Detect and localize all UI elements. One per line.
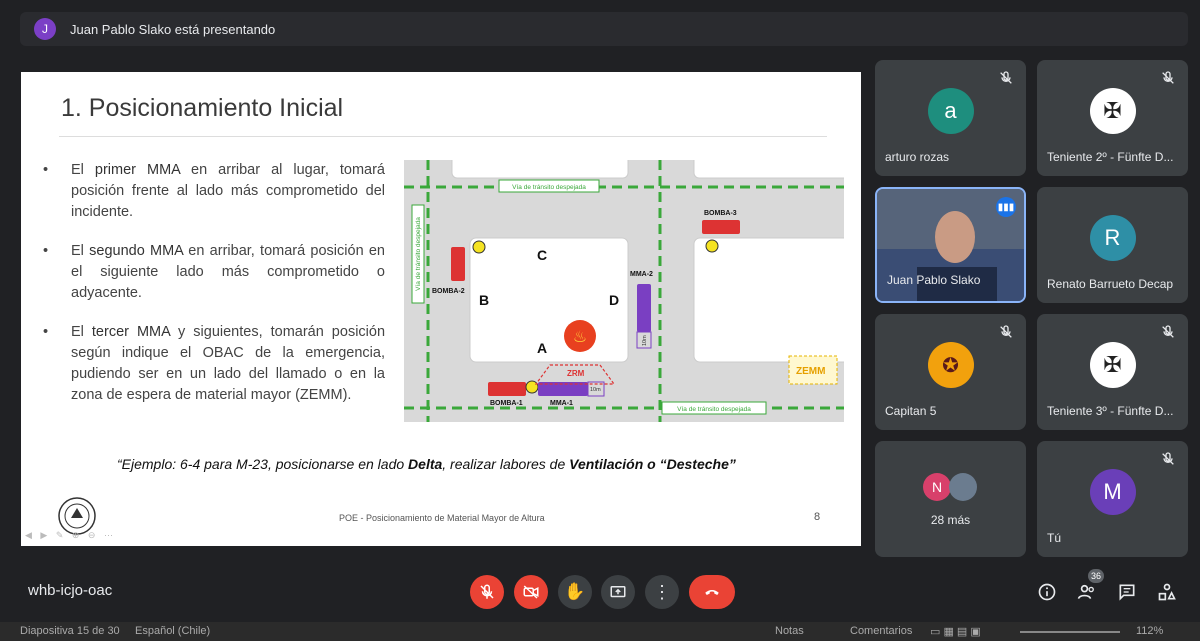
presenter-avatar: J <box>34 18 56 40</box>
participant-name: Tú <box>1047 531 1062 545</box>
participant-name: Juan Pablo Slako <box>887 273 981 287</box>
zemm-label: ZEMM <box>796 366 825 377</box>
avatar: a <box>927 88 974 134</box>
mma-2-label: MMA-2 <box>630 271 653 278</box>
side-c-label: C <box>537 247 547 263</box>
slide-title: 1. Posicionamiento Inicial <box>61 94 344 122</box>
avatar <box>949 473 977 501</box>
side-b-label: B <box>479 292 489 308</box>
camera-off-icon <box>523 585 539 599</box>
bullet-item: El tercer MMA y siguientes, tomarán posi… <box>43 322 385 406</box>
hand-icon: ✋ <box>564 582 586 601</box>
present-screen-button[interactable] <box>601 575 635 609</box>
bomba-1-label: BOMBA-1 <box>490 400 523 407</box>
slide-nav-tools[interactable]: ◀ ▶ ✎ ⊕ ⊖ ⋯ <box>25 530 116 541</box>
mma-1-label: MMA-1 <box>550 400 573 407</box>
participant-tile[interactable]: M Tú <box>1037 441 1188 557</box>
participant-tile[interactable]: ✠ Teniente 3º - Fünfte D... <box>1037 314 1188 430</box>
present-icon <box>610 586 626 598</box>
title-divider <box>59 136 827 137</box>
zrm-label: ZRM <box>567 369 585 378</box>
bomba-2-label: BOMBA-2 <box>432 288 465 295</box>
more-vert-icon: ⋮ <box>653 581 671 602</box>
participant-tile[interactable]: a arturo rozas <box>875 60 1026 176</box>
participant-video-tile[interactable]: ▮▮▮ Juan Pablo Slako <box>875 187 1026 303</box>
road-label-left: Vía de tránsito despejada <box>415 217 422 291</box>
info-icon <box>1038 583 1056 601</box>
avatar: R <box>1089 215 1136 261</box>
participant-name: arturo rozas <box>885 150 950 164</box>
speaking-indicator-icon: ▮▮▮ <box>996 197 1016 217</box>
language-indicator[interactable]: Español (Chile) <box>135 625 210 637</box>
participant-name: Capitan 5 <box>885 404 937 418</box>
activities-icon <box>1158 583 1176 601</box>
bullet-item: El primer MMA en arribar al lugar, tomar… <box>43 160 385 223</box>
people-icon <box>1077 584 1094 599</box>
end-call-button[interactable] <box>689 575 735 609</box>
more-options-button[interactable]: ⋮ <box>645 575 679 609</box>
road-label-bottom: Vía de tránsito despejada <box>677 406 751 413</box>
meeting-info-button[interactable] <box>1035 580 1059 604</box>
eagle-crest-icon: ✠ <box>1089 342 1136 388</box>
mic-off-icon <box>1162 325 1174 338</box>
mic-off-icon <box>1162 452 1174 465</box>
chat-button[interactable] <box>1115 580 1139 604</box>
people-button[interactable] <box>1075 580 1099 604</box>
participant-tile[interactable]: R Renato Barrueto Decap <box>1037 187 1188 303</box>
zoom-level: 112% <box>1136 625 1164 637</box>
side-a-label: A <box>537 340 547 356</box>
presentation-slide: 1. Posicionamiento Inicial El primer MMA… <box>21 72 861 546</box>
mic-off-icon <box>1162 71 1174 84</box>
participant-tile[interactable]: ✠ Teniente 2º - Fünfte D... <box>1037 60 1188 176</box>
status-bar: Diapositiva 15 de 30 Español (Chile) Not… <box>0 622 1200 641</box>
view-toggle-icon[interactable]: ▭ ▦ ▤ ▣ <box>930 625 981 638</box>
avatar: N <box>923 473 951 501</box>
presenting-banner: J Juan Pablo Slako está presentando <box>20 12 1188 46</box>
example-text: “Ejemplo: 6-4 para M-23, posicionarse en… <box>117 456 736 472</box>
slide-info: Diapositiva 15 de 30 <box>20 625 120 637</box>
phone-hangup-icon <box>705 589 719 595</box>
presenting-text: Juan Pablo Slako está presentando <box>70 21 276 37</box>
chat-icon <box>1119 584 1135 601</box>
mic-off-icon <box>1000 71 1012 84</box>
bullet-item: El segundo MMA en arribar, tomará posici… <box>43 241 385 304</box>
meeting-code: whb-icjo-oac <box>28 582 113 599</box>
mma-1-distance: 10m <box>590 387 601 393</box>
bullet-list: El primer MMA en arribar al lugar, tomar… <box>43 160 385 424</box>
more-participants-tile[interactable]: N 28 más <box>875 441 1026 557</box>
mic-off-icon <box>480 584 494 599</box>
comments-button[interactable]: Comentarios <box>850 625 912 637</box>
mma-2-distance: 10m <box>642 335 648 346</box>
participant-name: Renato Barrueto Decap <box>1047 277 1174 291</box>
mic-toggle-button[interactable] <box>470 575 504 609</box>
participant-name: Teniente 2º - Fünfte D... <box>1047 150 1174 164</box>
eagle-crest-icon: ✠ <box>1089 88 1136 134</box>
mic-off-icon <box>1000 325 1012 338</box>
bomba-3-label: BOMBA-3 <box>704 210 737 217</box>
positioning-diagram: Vía de tránsito despejada Vía de tránsit… <box>404 160 844 422</box>
road-label-top: Vía de tránsito despejada <box>512 184 586 191</box>
side-d-label: D <box>609 292 619 308</box>
slide-footer: POE - Posicionamiento de Material Mayor … <box>339 513 545 523</box>
raise-hand-button[interactable]: ✋ <box>558 575 592 609</box>
zoom-slider[interactable] <box>1020 631 1120 633</box>
fire-icon: ♨ <box>573 327 587 346</box>
notes-button[interactable]: Notas <box>775 625 804 637</box>
camera-toggle-button[interactable] <box>514 575 548 609</box>
participant-name: Teniente 3º - Fünfte D... <box>1047 404 1174 418</box>
company-badge-icon: ✪ <box>927 342 974 388</box>
slide-page-number: 8 <box>814 511 821 523</box>
avatar: M <box>1089 469 1136 515</box>
participant-tile[interactable]: ✪ Capitan 5 <box>875 314 1026 430</box>
participant-name: 28 más <box>930 513 971 527</box>
activities-button[interactable] <box>1155 580 1179 604</box>
